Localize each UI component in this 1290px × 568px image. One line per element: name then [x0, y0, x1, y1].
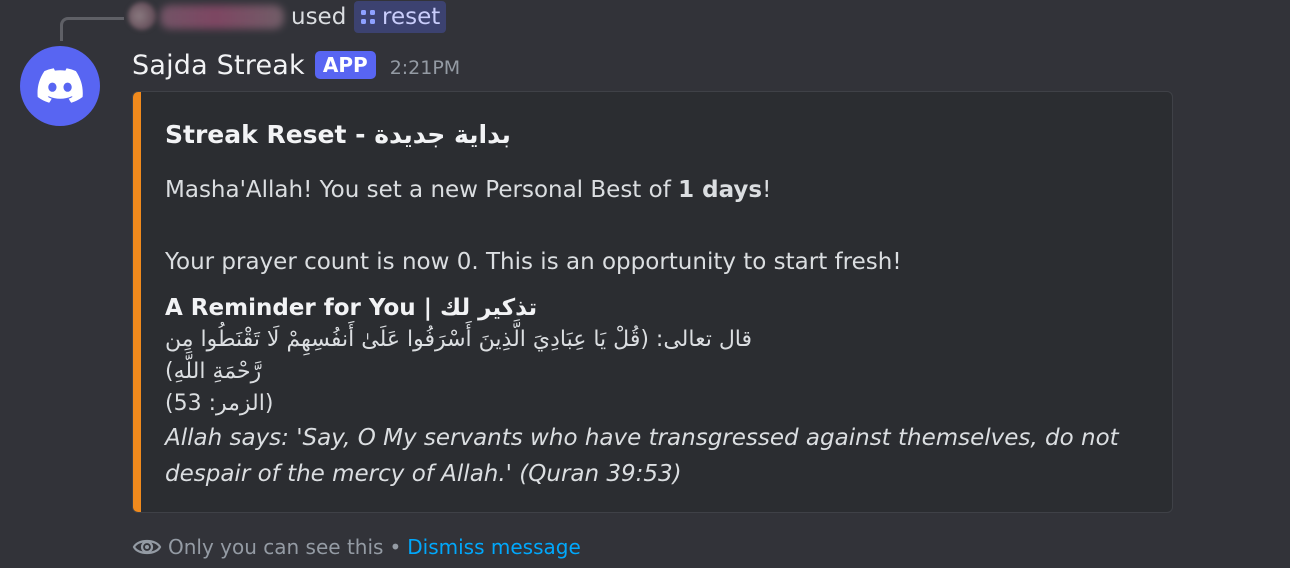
- dismiss-message-link[interactable]: Dismiss message: [407, 535, 581, 559]
- command-reply-bar: used reset: [0, 0, 1290, 41]
- message-embed: Streak Reset - بداية جديدة Masha'Allah! …: [132, 91, 1173, 513]
- footer-separator: •: [389, 535, 402, 559]
- app-badge: APP: [314, 51, 376, 79]
- ephemeral-notice: Only you can see this • Dismiss message: [132, 533, 581, 561]
- personal-best-prefix: Masha'Allah! You set a new Personal Best…: [165, 177, 679, 203]
- command-name: reset: [382, 4, 441, 30]
- embed-body: Streak Reset - بداية جديدة Masha'Allah! …: [165, 118, 1145, 492]
- invoker-avatar-blurred[interactable]: [128, 2, 156, 30]
- prayer-count-text: Your prayer count is now 0. This is an o…: [165, 249, 902, 275]
- message-timestamp[interactable]: 2:21PM: [390, 57, 461, 79]
- bot-username[interactable]: Sajda Streak: [132, 50, 305, 81]
- slash-command-icon: [361, 10, 375, 24]
- arabic-verse: قال تعالى: (قُلْ يَا عِبَادِيَ الَّذِينَ…: [165, 327, 753, 384]
- message-header: Sajda Streak APP 2:21PM: [132, 47, 460, 83]
- eye-icon: [132, 539, 162, 555]
- command-chip[interactable]: reset: [354, 1, 447, 33]
- verse-translation: Allah says: 'Say, O My servants who have…: [165, 425, 1119, 487]
- embed-title: Streak Reset - بداية جديدة: [165, 120, 511, 149]
- personal-best-suffix: !: [762, 177, 772, 203]
- used-label: used: [291, 4, 347, 30]
- personal-best-days: 1 days: [678, 177, 763, 203]
- reminder-field-name: A Reminder for You | تذكير لك: [165, 295, 538, 321]
- personal-best-text: Masha'Allah! You set a new Personal Best…: [165, 174, 1145, 206]
- bot-avatar[interactable]: [20, 46, 100, 126]
- embed-accent-stripe: [133, 92, 141, 512]
- surah-reference: (الزمر: 53): [165, 391, 274, 416]
- discord-logo-icon: [37, 68, 83, 103]
- reply-spine: [60, 17, 124, 41]
- invoker-name-blurred[interactable]: [160, 5, 284, 29]
- only-you-text: Only you can see this: [168, 535, 384, 559]
